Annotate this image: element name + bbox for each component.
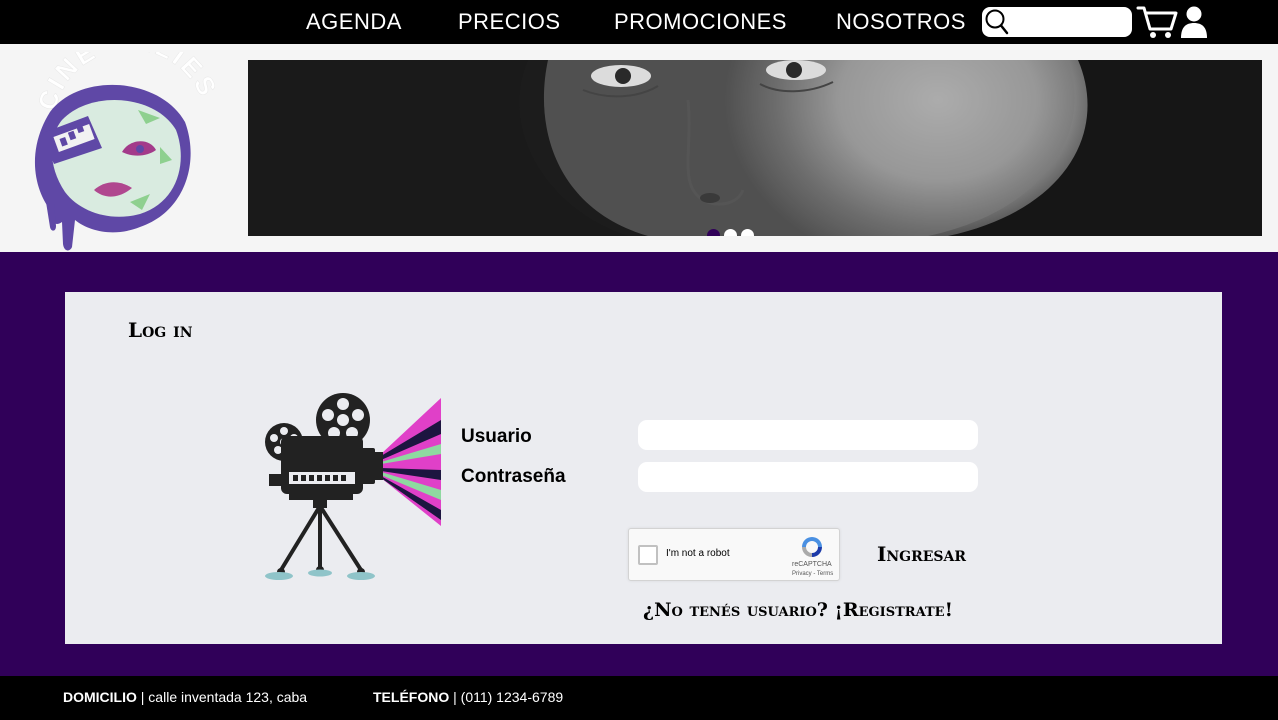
nav-precios[interactable]: PRECIOS <box>458 9 561 35</box>
hero-carousel[interactable] <box>248 60 1262 236</box>
login-submit-button[interactable]: Ingresar <box>877 542 966 566</box>
user-icon[interactable] <box>1180 5 1208 39</box>
password-label: Contraseña <box>461 466 566 487</box>
film-projector-illustration <box>265 393 441 580</box>
login-title: Log in <box>128 318 193 342</box>
nav-agenda[interactable]: AGENDA <box>306 9 402 35</box>
search-icon[interactable] <box>983 8 1009 36</box>
username-field[interactable] <box>638 420 978 450</box>
footer-phone-key: TELÉFONO <box>373 689 450 705</box>
recaptcha-label: I'm not a robot <box>666 548 730 559</box>
recaptcha-brand: reCAPTCHA <box>792 561 832 568</box>
footer-address: DOMICILIO | calle inventada 123, caba <box>63 689 307 705</box>
username-label: Usuario <box>461 426 532 447</box>
carousel-dot-2[interactable] <box>724 229 737 236</box>
register-link[interactable]: ¿No tenés usuario? ¡Registrate! <box>643 599 953 621</box>
footer-address-key: DOMICILIO <box>63 689 137 705</box>
footer-address-value: | calle inventada 123, caba <box>140 689 308 705</box>
recaptcha-privacy-terms-link[interactable]: Privacy - Terms <box>792 571 833 577</box>
recaptcha-checkbox[interactable] <box>638 545 658 565</box>
cart-icon[interactable] <box>1136 4 1178 40</box>
recaptcha-logo-icon <box>802 537 822 557</box>
cine-melies-logo[interactable]: CINE MELIES <box>10 52 220 252</box>
login-panel: Log in Usuario Contraseña I'm not a robo… <box>65 292 1222 644</box>
carousel-dot-1[interactable] <box>707 229 720 236</box>
carousel-dot-3[interactable] <box>741 229 754 236</box>
footer-phone-value: | (011) 1234-6789 <box>453 689 564 705</box>
footer-phone: TELÉFONO | (011) 1234-6789 <box>373 689 563 705</box>
footer: DOMICILIO | calle inventada 123, caba TE… <box>0 676 1278 720</box>
header-band: CINE MELIES <box>0 44 1278 252</box>
search-input[interactable] <box>982 7 1132 37</box>
nav-nosotros[interactable]: NOSOTROS <box>836 9 966 35</box>
top-navigation: AGENDA PRECIOS PROMOCIONES NOSOTROS <box>0 0 1278 44</box>
password-field[interactable] <box>638 462 978 492</box>
hero-image <box>248 60 1262 236</box>
nav-promociones[interactable]: PROMOCIONES <box>614 9 787 35</box>
recaptcha-widget: I'm not a robot reCAPTCHA Privacy - Term… <box>628 528 840 581</box>
